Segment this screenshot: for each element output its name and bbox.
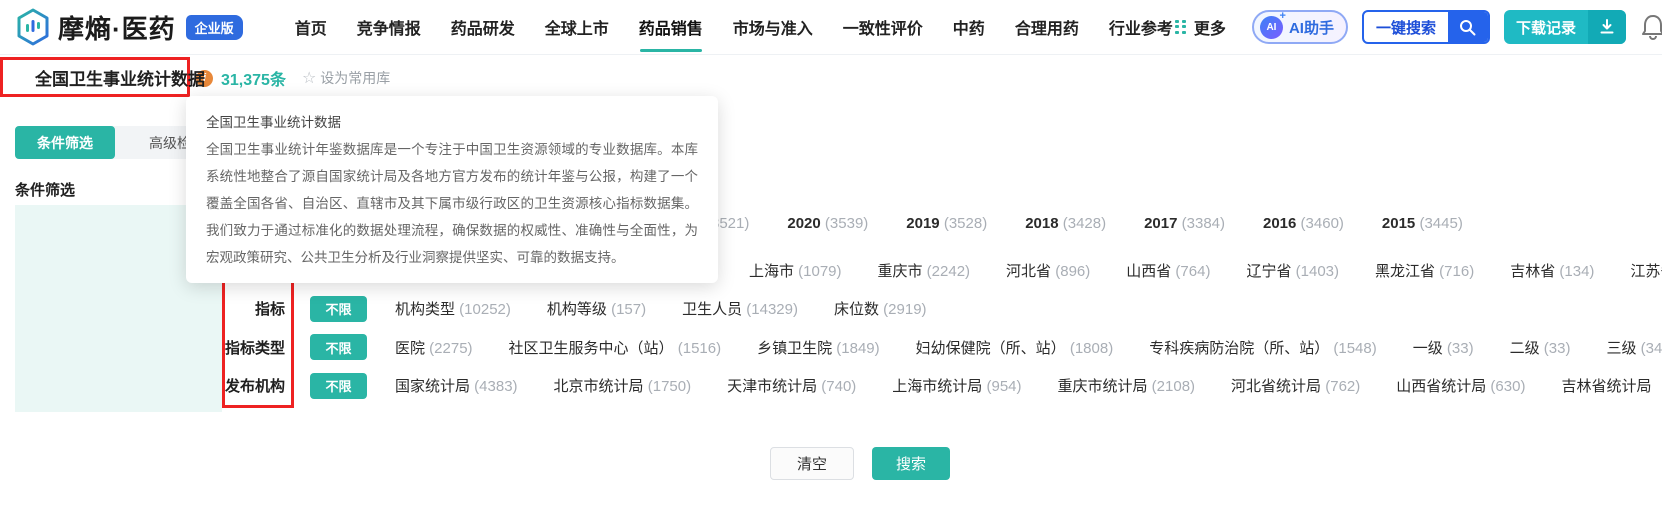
page-title: 全国卫生事业统计数据 bbox=[35, 65, 205, 90]
filter-option[interactable]: 黑龙江省 (716) bbox=[1375, 260, 1474, 281]
filter-option[interactable]: 重庆市统计局 (2108) bbox=[1058, 375, 1196, 396]
year-option-2015[interactable]: 2015 (3445) bbox=[1382, 215, 1463, 232]
search-icon[interactable] bbox=[1448, 12, 1488, 42]
download-icon[interactable] bbox=[1588, 10, 1626, 44]
database-title-highlight-box: 全国卫生事业统计数据 bbox=[0, 57, 190, 97]
filter-option[interactable]: 上海市 (1079) bbox=[749, 260, 842, 281]
nav-more-label: 更多 bbox=[1194, 15, 1226, 39]
unlimited-button-publisher[interactable]: 不限 bbox=[310, 373, 367, 399]
tab-condition-filter[interactable]: 条件筛选 bbox=[15, 126, 115, 159]
nav-item-drug-rd[interactable]: 药品研发 bbox=[451, 0, 515, 54]
filter-option[interactable]: 吉林省统计局 bbox=[1561, 375, 1651, 396]
grid-more-icon bbox=[1175, 20, 1188, 35]
nav-item-competitive-intel[interactable]: 竞争情报 bbox=[357, 0, 421, 54]
header-meta: i 31,375条 ☆ 设为常用库 bbox=[196, 66, 390, 90]
year-option-2019[interactable]: 2019 (3528) bbox=[906, 215, 987, 232]
ai-icon: AI bbox=[1260, 16, 1283, 39]
unlimited-button-indicator[interactable]: 不限 bbox=[310, 296, 367, 322]
filter-option[interactable]: 妇幼保健院（所、站） (1808) bbox=[916, 337, 1114, 358]
download-records-button[interactable]: 下载记录 bbox=[1504, 10, 1626, 44]
nav-actions: AI AI助手 一键搜索 下载记录 bbox=[1252, 10, 1652, 44]
nav-item-market-access[interactable]: 市场与准入 bbox=[733, 0, 813, 54]
download-records-label: 下载记录 bbox=[1504, 10, 1588, 44]
filter-row-publisher: 发布机构 不限 国家统计局 (4383) 北京市统计局 (1750) 天津市统计局 (7… bbox=[15, 367, 1662, 406]
filter-option[interactable]: 医院 (2275) bbox=[395, 337, 473, 358]
filter-option[interactable]: 重庆市 (2242) bbox=[878, 260, 971, 281]
database-description-tooltip: 全国卫生事业统计数据 全国卫生事业统计年鉴数据库是一个专注于中国卫生资源领域的专… bbox=[186, 96, 718, 283]
filter-option[interactable]: 卫生人员 (14329) bbox=[682, 298, 798, 319]
set-favorite-label: 设为常用库 bbox=[320, 68, 390, 88]
clear-button[interactable]: 清空 bbox=[770, 447, 854, 480]
set-favorite-button[interactable]: ☆ 设为常用库 bbox=[302, 68, 390, 88]
top-navbar: 摩熵·医药 企业版 首页竞争情报药品研发全球上市药品销售市场与准入一致性评价中药… bbox=[0, 0, 1662, 55]
year-option-2016[interactable]: 2016 (3460) bbox=[1263, 215, 1344, 232]
filter-option[interactable]: 床位数 (2919) bbox=[834, 298, 927, 319]
filter-option[interactable]: 北京市统计局 (1750) bbox=[554, 375, 692, 396]
filter-row-indicator: 指标 不限 机构类型 (10252) 机构等级 (157) 卫生人员 (14329) 床位… bbox=[15, 290, 1662, 329]
filter-row-indicator-type: 指标类型 不限 医院 (2275) 社区卫生服务中心（站） (1516) 乡镇卫生院 (… bbox=[15, 328, 1662, 367]
year-option-2020[interactable]: 2020 (3539) bbox=[787, 215, 868, 232]
nav-item-global-launch[interactable]: 全球上市 bbox=[545, 0, 609, 54]
record-count: 31,375条 bbox=[221, 66, 286, 90]
brand-name: 摩熵·医药 bbox=[58, 9, 176, 46]
footer-actions: 清空 搜索 bbox=[0, 447, 1662, 480]
filter-option[interactable]: 山西省统计局 (630) bbox=[1396, 375, 1525, 396]
main-nav: 首页竞争情报药品研发全球上市药品销售市场与准入一致性评价中药合理用药行业参考 bbox=[295, 0, 1173, 54]
nav-item-consistency-eval[interactable]: 一致性评价 bbox=[843, 0, 923, 54]
filter-option[interactable]: 专科疾病防治院（所、站） (1548) bbox=[1149, 337, 1377, 358]
filter-option[interactable]: 天津市统计局 (740) bbox=[727, 375, 856, 396]
filter-option[interactable]: 吉林省 (134) bbox=[1510, 260, 1594, 281]
filter-row-label-indicator: 指标 bbox=[15, 298, 285, 319]
filter-option[interactable]: 河北省 (896) bbox=[1006, 260, 1090, 281]
search-button[interactable]: 搜索 bbox=[872, 447, 950, 480]
filter-option[interactable]: 一级 (33) bbox=[1413, 337, 1474, 358]
filter-option[interactable]: 社区卫生服务中心（站） (1516) bbox=[509, 337, 722, 358]
nav-item-home[interactable]: 首页 bbox=[295, 0, 327, 54]
quick-search-label: 一键搜索 bbox=[1364, 12, 1448, 42]
filter-option[interactable]: 二级 (33) bbox=[1510, 337, 1571, 358]
ai-assistant-label: AI助手 bbox=[1289, 17, 1334, 38]
nav-item-rational-use[interactable]: 合理用药 bbox=[1015, 0, 1079, 54]
star-icon: ☆ bbox=[302, 68, 316, 88]
filter-options-indicator-type: 医院 (2275) 社区卫生服务中心（站） (1516) 乡镇卫生院 (1849) 妇… bbox=[395, 337, 1662, 358]
ai-assistant-button[interactable]: AI AI助手 bbox=[1252, 10, 1348, 44]
enterprise-badge: 企业版 bbox=[186, 15, 243, 40]
year-option-2018[interactable]: 2018 (3428) bbox=[1025, 215, 1106, 232]
nav-item-tcm[interactable]: 中药 bbox=[953, 0, 985, 54]
filter-options-publisher: 国家统计局 (4383) 北京市统计局 (1750) 天津市统计局 (740) 上海市… bbox=[395, 375, 1651, 396]
tooltip-body: 全国卫生事业统计年鉴数据库是一个专注于中国卫生资源领域的专业数据库。本库系统性地… bbox=[206, 136, 698, 271]
filter-option[interactable]: 机构类型 (10252) bbox=[395, 298, 511, 319]
notification-bell-icon[interactable] bbox=[1640, 13, 1662, 41]
filter-row-label-indicator-type: 指标类型 bbox=[15, 337, 285, 358]
brand-logo[interactable]: 摩熵·医药 企业版 bbox=[16, 8, 243, 46]
year-option-2017[interactable]: 2017 (3384) bbox=[1144, 215, 1225, 232]
unlimited-button-indicator-type[interactable]: 不限 bbox=[310, 334, 367, 360]
tooltip-title: 全国卫生事业统计数据 bbox=[206, 109, 698, 136]
filter-option[interactable]: 河北省统计局 (762) bbox=[1231, 375, 1360, 396]
nav-item-drug-sales[interactable]: 药品销售 bbox=[639, 0, 703, 54]
filter-option[interactable]: 江苏省 (1467) bbox=[1630, 260, 1662, 281]
brand-logo-icon bbox=[16, 8, 50, 46]
nav-item-more[interactable]: 更多 bbox=[1175, 15, 1226, 39]
filter-option[interactable]: 山西省 (764) bbox=[1126, 260, 1210, 281]
nav-item-industry-ref[interactable]: 行业参考 bbox=[1109, 0, 1173, 54]
filter-option[interactable]: 上海市统计局 (954) bbox=[892, 375, 1021, 396]
filter-option[interactable]: 国家统计局 (4383) bbox=[395, 375, 518, 396]
filter-option[interactable]: 乡镇卫生院 (1849) bbox=[757, 337, 880, 358]
filter-row-label-publisher: 发布机构 bbox=[15, 375, 285, 396]
filter-section-label: 条件筛选 bbox=[15, 179, 75, 200]
filter-option[interactable]: 机构等级 (157) bbox=[547, 298, 646, 319]
filter-option[interactable]: 辽宁省 (1403) bbox=[1246, 260, 1339, 281]
filter-option[interactable]: 三级 (34) bbox=[1606, 337, 1662, 358]
quick-search-button[interactable]: 一键搜索 bbox=[1362, 10, 1490, 44]
page: 摩熵·医药 企业版 首页竞争情报药品研发全球上市药品销售市场与准入一致性评价中药… bbox=[0, 0, 1662, 511]
filter-options-indicator: 机构类型 (10252) 机构等级 (157) 卫生人员 (14329) 床位数 (2… bbox=[395, 298, 927, 319]
